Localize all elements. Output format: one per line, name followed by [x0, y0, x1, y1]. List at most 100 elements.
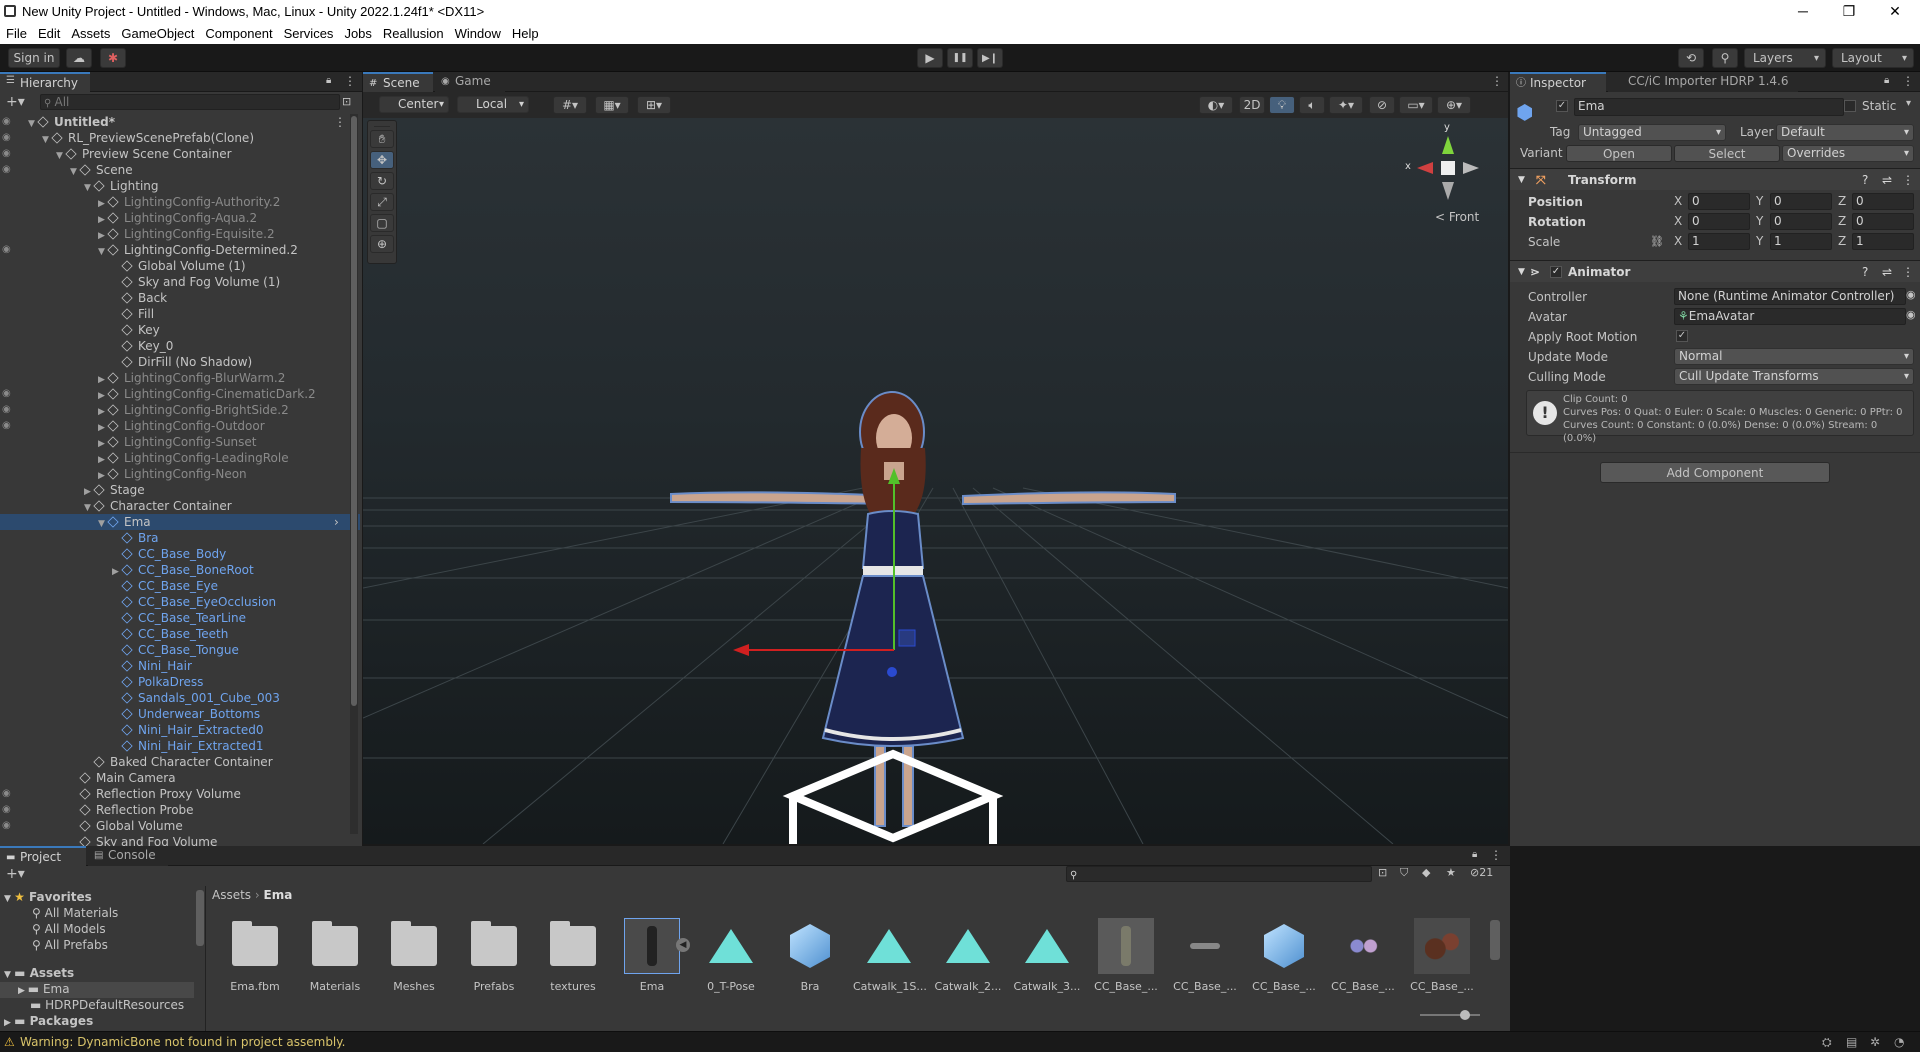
breadcrumb-assets[interactable]: Assets: [212, 888, 251, 902]
axis-label[interactable]: X: [1674, 234, 1682, 248]
hierarchy-row[interactable]: Sandals_001_Cube_003: [0, 690, 360, 706]
menu-component[interactable]: Component: [205, 26, 272, 41]
scene-viewport[interactable]: ✋︎ ✥ ↻ ⤢ ▢ ⊕ y x < Front: [363, 118, 1508, 844]
hierarchy-row[interactable]: Sky and Fog Volume: [0, 834, 360, 846]
visibility-icon[interactable]: ◉: [2, 114, 11, 130]
hierarchy-row[interactable]: ▶ LightingConfig-Neon: [0, 466, 360, 482]
asset-item[interactable]: CC_Base_...: [1169, 918, 1241, 993]
asset-item[interactable]: Meshes: [378, 918, 450, 993]
axis-label[interactable]: Z: [1838, 214, 1846, 228]
hierarchy-row[interactable]: Underwear_Bottoms: [0, 706, 360, 722]
fav-all-models[interactable]: ⚲ All Models: [32, 922, 106, 936]
chevron-right-icon[interactable]: ›: [334, 514, 339, 530]
hierarchy-row[interactable]: CC_Base_Teeth: [0, 626, 360, 642]
hierarchy-row[interactable]: CC_Base_TearLine: [0, 610, 360, 626]
layer-dropdown[interactable]: Default: [1776, 124, 1914, 141]
transform-scl-y-field[interactable]: 1: [1770, 233, 1832, 250]
axis-label[interactable]: X: [1674, 214, 1682, 228]
more-icon[interactable]: ⋮: [1902, 74, 1914, 88]
hierarchy-row[interactable]: DirFill (No Shadow): [0, 354, 360, 370]
tab-cc-importer[interactable]: CC/iC Importer HDRP 1.4.6: [1608, 72, 1798, 92]
orientation-gizmo[interactable]: y x < Front: [1403, 122, 1493, 228]
hierarchy-row[interactable]: Nini_Hair_Extracted1: [0, 738, 360, 754]
hierarchy-row[interactable]: ▶ LightingConfig-Authority.2: [0, 194, 360, 210]
hierarchy-search-input[interactable]: ⚲ All: [40, 94, 340, 110]
hierarchy-row[interactable]: ▶ LightingConfig-BlurWarm.2: [0, 370, 360, 386]
visibility-icon[interactable]: ◉: [2, 418, 11, 434]
culling-mode-dropdown[interactable]: Cull Update Transforms: [1674, 368, 1914, 385]
transform-rot-x-field[interactable]: 0: [1688, 213, 1750, 230]
add-component-button[interactable]: Add Component: [1600, 462, 1830, 483]
axis-label[interactable]: Z: [1838, 234, 1846, 248]
hierarchy-row[interactable]: ▼ Ema ›: [0, 514, 360, 530]
help-icon[interactable]: ?: [1862, 169, 1868, 191]
controller-field[interactable]: None (Runtime Animator Controller): [1674, 288, 1906, 305]
hierarchy-row[interactable]: ◉ Reflection Proxy Volume: [0, 786, 360, 802]
tag-icon[interactable]: ◆: [1422, 866, 1430, 879]
gizmos-icon[interactable]: ⊕▾: [1437, 96, 1471, 114]
hierarchy-row[interactable]: Nini_Hair_Extracted0: [0, 722, 360, 738]
hierarchy-row[interactable]: ▶ Stage: [0, 482, 360, 498]
asset-item[interactable]: CC_Base_...: [1090, 918, 1162, 993]
select-prefab-button[interactable]: Select: [1674, 145, 1780, 162]
hierarchy-row[interactable]: Main Camera: [0, 770, 360, 786]
hierarchy-row[interactable]: ◉ ▼ RL_PreviewScenePrefab(Clone): [0, 130, 360, 146]
space-dropdown[interactable]: Local: [457, 96, 529, 113]
menu-jobs[interactable]: Jobs: [344, 26, 371, 41]
more-icon[interactable]: ⋮: [1490, 848, 1502, 862]
project-search-input[interactable]: ⚲: [1066, 866, 1372, 882]
link-icon[interactable]: ⛓︎: [1650, 235, 1664, 248]
pause-button[interactable]: ❚❚: [947, 48, 973, 68]
hierarchy-row[interactable]: Bra: [0, 530, 360, 546]
hierarchy-row[interactable]: Baked Character Container: [0, 754, 360, 770]
axis-label[interactable]: Z: [1838, 194, 1846, 208]
asset-grid-scrollbar[interactable]: [1490, 910, 1500, 1010]
fav-all-materials[interactable]: ⚲ All Materials: [32, 906, 118, 920]
hierarchy-row[interactable]: ▼ Lighting: [0, 178, 360, 194]
audio-toggle-icon[interactable]: 🔈︎: [1299, 96, 1325, 114]
scrollbar-thumb[interactable]: [351, 116, 357, 706]
assets-row[interactable]: ▼ ▬ Assets: [4, 966, 74, 980]
transform-pos-x-field[interactable]: 0: [1688, 193, 1750, 210]
hierarchy-row[interactable]: PolkaDress: [0, 674, 360, 690]
hierarchy-row[interactable]: Back: [0, 290, 360, 306]
asset-item[interactable]: Ema.fbm: [219, 918, 291, 993]
transform-scl-x-field[interactable]: 1: [1688, 233, 1750, 250]
static-dropdown-icon[interactable]: ▾: [1906, 98, 1911, 109]
visibility-icon[interactable]: ◉: [2, 818, 11, 834]
layout-dropdown[interactable]: Layout ▾: [1832, 48, 1914, 68]
hierarchy-row[interactable]: ◉ ▼ Untitled* ⋮: [0, 114, 360, 130]
object-picker-icon[interactable]: ◉: [1906, 308, 1916, 321]
thumbnail-size-slider[interactable]: [1420, 1010, 1480, 1020]
visibility-icon[interactable]: ◉: [2, 242, 11, 258]
asset-item[interactable]: CC_Base_...: [1406, 918, 1478, 993]
menu-reallusion[interactable]: Reallusion: [383, 26, 444, 41]
hierarchy-row[interactable]: ◉ Reflection Probe: [0, 802, 360, 818]
favorite-icon[interactable]: ★: [1446, 866, 1456, 879]
more-icon[interactable]: ⋮: [1491, 74, 1503, 88]
perf-icon[interactable]: ◔: [1894, 1032, 1904, 1052]
update-mode-dropdown[interactable]: Normal: [1674, 348, 1914, 365]
increment-snap-icon[interactable]: ⊞▾: [637, 96, 671, 114]
hierarchy-row[interactable]: ◉ ▼ LightingConfig-Determined.2: [0, 242, 360, 258]
packages-row[interactable]: ▶ ▬ Packages: [4, 1014, 93, 1028]
history-icon[interactable]: ⟲: [1678, 48, 1704, 68]
tab-scene[interactable]: # Scene: [363, 72, 433, 92]
tab-project[interactable]: ▬ Project: [0, 846, 86, 866]
hierarchy-row[interactable]: ◉ ▶ LightingConfig-CinematicDark.2: [0, 386, 360, 402]
effects-icon[interactable]: ✦▾: [1329, 96, 1363, 114]
asset-item[interactable]: Catwalk_3...: [1011, 918, 1083, 993]
breadcrumb-ema[interactable]: Ema: [264, 888, 293, 902]
hierarchy-row[interactable]: CC_Base_Eye: [0, 578, 360, 594]
hierarchy-row[interactable]: CC_Base_EyeOcclusion: [0, 594, 360, 610]
hierarchy-row[interactable]: ▼ Character Container: [0, 498, 360, 514]
transform-pos-y-field[interactable]: 0: [1770, 193, 1832, 210]
menu-edit[interactable]: Edit: [38, 26, 60, 41]
debug-icon[interactable]: ✲: [1870, 1032, 1880, 1052]
tab-inspector[interactable]: ⓘ Inspector: [1510, 72, 1606, 92]
avatar-field[interactable]: ⚘EmaAvatar: [1674, 308, 1906, 325]
hand-tool-icon[interactable]: ✋︎: [370, 130, 394, 148]
minimize-button[interactable]: ─: [1780, 0, 1826, 23]
tree-hdrp-row[interactable]: ▬ HDRPDefaultResources: [30, 998, 184, 1012]
add-icon[interactable]: +▾: [6, 866, 25, 882]
